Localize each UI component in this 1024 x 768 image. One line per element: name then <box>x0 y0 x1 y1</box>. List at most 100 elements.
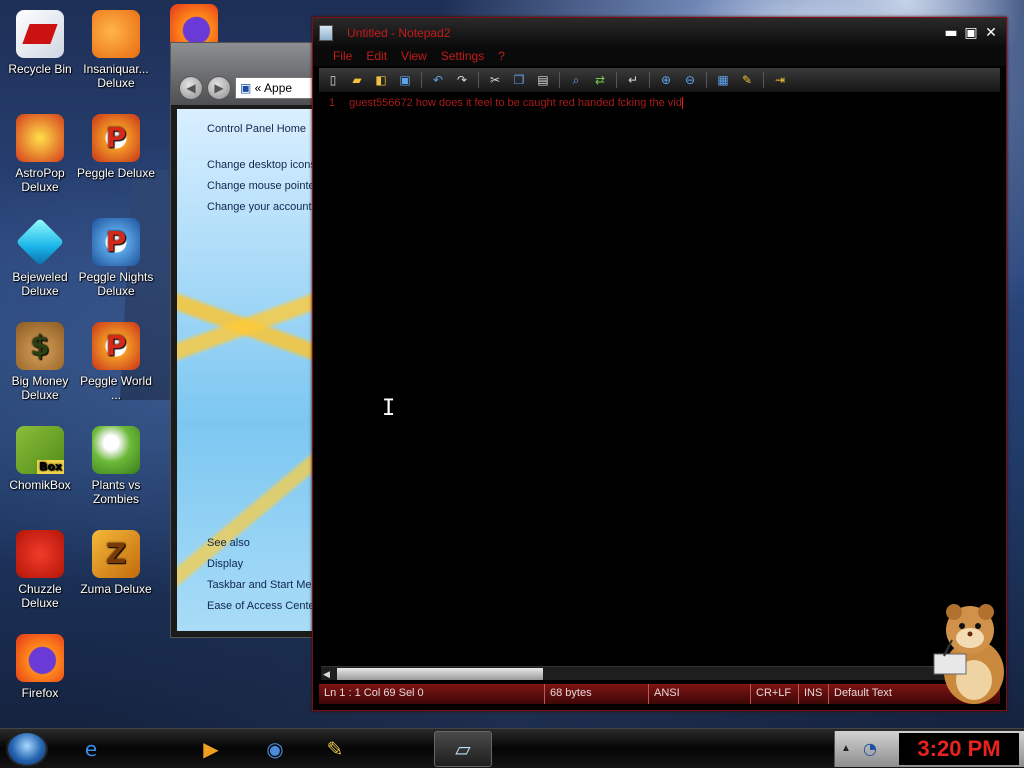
desktop-icon-label: Peggle Deluxe <box>76 166 156 180</box>
find-icon[interactable]: ⌕ <box>566 71 586 89</box>
hamster-mascot <box>933 604 1004 704</box>
menu-settings[interactable]: Settings <box>435 48 490 66</box>
maximize-button[interactable]: ▣ <box>962 24 980 42</box>
customize-icon[interactable]: ✎ <box>737 71 757 89</box>
scheme-icon[interactable]: ▦ <box>713 71 733 89</box>
desktop-icon-recycle-bin[interactable]: Recycle Bin <box>0 10 80 76</box>
menu-edit[interactable]: Edit <box>360 48 393 66</box>
text-editor[interactable]: 1 guest556672 how does it feel to be cau… <box>319 94 1000 664</box>
desktop-icon-astropop[interactable]: AstroPop Deluxe <box>0 114 80 194</box>
control-panel-navbar: ◀ ▶ ▣ « Appe <box>171 43 329 105</box>
status-encoding[interactable]: ANSI <box>648 684 750 704</box>
desktop-icon-zuma[interactable]: Z Zuma Deluxe <box>76 530 156 596</box>
horizontal-scrollbar[interactable]: ◀ <box>321 666 1000 680</box>
new-file-icon[interactable]: ▯ <box>323 71 343 89</box>
change-desktop-icons-link[interactable]: Change desktop icons <box>207 159 316 171</box>
desktop-icon-firefox[interactable]: Firefox <box>0 634 80 700</box>
undo-icon[interactable]: ↶ <box>428 71 448 89</box>
change-mouse-pointers-link[interactable]: Change mouse pointe <box>207 180 315 192</box>
network-icon[interactable]: ◔ <box>863 739 877 758</box>
toolbar: ▯ ▰ ◧ ▣ ↶ ↷ ✂ ❐ ▤ ⌕ ⇄ ↵ ⊕ ⊖ ▦ ✎ ⇥ <box>319 68 1000 92</box>
desktop-icon-label: Big Money Deluxe <box>11 374 69 402</box>
taskbar: e ▶ ◉ ✎ ▱ ▲ ◔ 3:20 PM <box>0 728 1024 768</box>
copy-icon[interactable]: ❐ <box>509 71 529 89</box>
notepad-icon <box>319 25 333 41</box>
status-line-endings[interactable]: CR+LF <box>750 684 798 704</box>
desktop-icon-label: Plants vs Zombies <box>91 478 141 506</box>
media-player-icon[interactable]: ▶ <box>182 731 240 767</box>
word-wrap-icon[interactable]: ↵ <box>623 71 643 89</box>
paint-icon[interactable]: ✎ <box>306 731 364 767</box>
desktop-icon-big-money[interactable]: $ Big Money Deluxe <box>0 322 80 402</box>
cut-icon[interactable]: ✂ <box>485 71 505 89</box>
firefox-icon <box>16 634 64 682</box>
address-bar[interactable]: ▣ « Appe <box>235 77 321 99</box>
plants-vs-zombies-icon <box>92 426 140 474</box>
minimize-button[interactable]: ▬ <box>942 24 960 42</box>
toolbar-separator <box>559 72 560 88</box>
window-title: Untitled - Notepad2 <box>347 26 451 40</box>
desktop-icon-chuzzle[interactable]: Chuzzle Deluxe <box>0 530 80 610</box>
peggle-nights-icon: P <box>92 218 140 266</box>
control-panel-window[interactable]: ◀ ▶ ▣ « Appe Control Panel Home Change d… <box>170 42 330 638</box>
computer-icon: ▣ <box>240 81 255 95</box>
desktop-icon-chomikbox[interactable]: ChomikBox <box>0 426 80 492</box>
status-size: 68 bytes <box>544 684 648 704</box>
internet-explorer-icon[interactable]: e <box>62 731 120 767</box>
desktop-icon-label: Chuzzle Deluxe <box>18 582 62 610</box>
zoom-out-icon[interactable]: ⊖ <box>680 71 700 89</box>
notepad-icon[interactable]: ▱ <box>434 731 492 767</box>
save-icon[interactable]: ▣ <box>395 71 415 89</box>
replace-icon[interactable]: ⇄ <box>590 71 610 89</box>
toolbar-separator <box>478 72 479 88</box>
redo-icon[interactable]: ↷ <box>452 71 472 89</box>
desktop-icon-peggle[interactable]: P Peggle Deluxe <box>76 114 156 180</box>
money-bag-icon: $ <box>16 322 64 370</box>
desktop-icon-label: AstroPop Deluxe <box>15 166 65 194</box>
menu-help[interactable]: ? <box>492 48 511 66</box>
desktop-icon-peggle-world[interactable]: P Peggle World ... <box>76 322 156 402</box>
ease-of-access-link[interactable]: Ease of Access Cente <box>207 600 315 612</box>
exit-icon[interactable]: ⇥ <box>770 71 790 89</box>
desktop-icon-insaniquarium[interactable]: Insaniquar... Deluxe <box>76 10 156 90</box>
show-hidden-icons-icon[interactable]: ▲ <box>841 743 851 754</box>
control-panel-home-link[interactable]: Control Panel Home <box>207 123 306 135</box>
toolbar-separator <box>706 72 707 88</box>
peggle-world-icon: P <box>92 322 140 370</box>
menu-bar: File Edit View Settings ? <box>313 48 1006 66</box>
editor-line: 1 guest556672 how does it feel to be cau… <box>319 94 1000 110</box>
start-button[interactable] <box>6 731 48 767</box>
notepad-titlebar[interactable]: Untitled - Notepad2 ▬ ▣ ✕ <box>313 18 1006 48</box>
taskbar-start-menu-link[interactable]: Taskbar and Start Me <box>207 579 312 591</box>
desktop-icon-label: Recycle Bin <box>8 62 72 76</box>
paste-icon[interactable]: ▤ <box>533 71 553 89</box>
zoom-in-icon[interactable]: ⊕ <box>656 71 676 89</box>
scroll-left-icon[interactable]: ◀ <box>323 667 335 681</box>
text-caret <box>681 97 683 110</box>
browse-icon[interactable]: ◧ <box>371 71 391 89</box>
peggle-icon: P <box>92 114 140 162</box>
display-link[interactable]: Display <box>207 558 243 570</box>
scroll-thumb[interactable] <box>337 668 543 680</box>
see-also-heading: See also <box>207 537 250 549</box>
forward-button[interactable]: ▶ <box>207 76 231 100</box>
desktop-icon-label: Bejeweled Deluxe <box>12 270 68 298</box>
desktop-icon-label: Firefox <box>21 686 59 700</box>
status-scheme[interactable]: Default Text <box>828 684 928 704</box>
menu-view[interactable]: View <box>395 48 433 66</box>
globe-icon[interactable]: ◉ <box>246 731 304 767</box>
desktop-icon-plants-vs-zombies[interactable]: Plants vs Zombies <box>76 426 156 506</box>
desktop-icon-label: ChomikBox <box>9 478 71 492</box>
line-number: 1 <box>329 97 336 109</box>
toolbar-separator <box>763 72 764 88</box>
desktop-icon-bejeweled[interactable]: Bejeweled Deluxe <box>0 217 80 298</box>
chuzzle-icon <box>16 530 64 578</box>
change-account-picture-link[interactable]: Change your account <box>207 201 312 213</box>
desktop-icon-peggle-nights[interactable]: P Peggle Nights Deluxe <box>76 218 156 298</box>
menu-file[interactable]: File <box>327 48 358 66</box>
clock[interactable]: 3:20 PM <box>899 733 1019 765</box>
back-button[interactable]: ◀ <box>179 76 203 100</box>
close-button[interactable]: ✕ <box>982 24 1000 42</box>
notepad-window[interactable]: Untitled - Notepad2 ▬ ▣ ✕ File Edit View… <box>312 17 1007 711</box>
open-folder-icon[interactable]: ▰ <box>347 71 367 89</box>
